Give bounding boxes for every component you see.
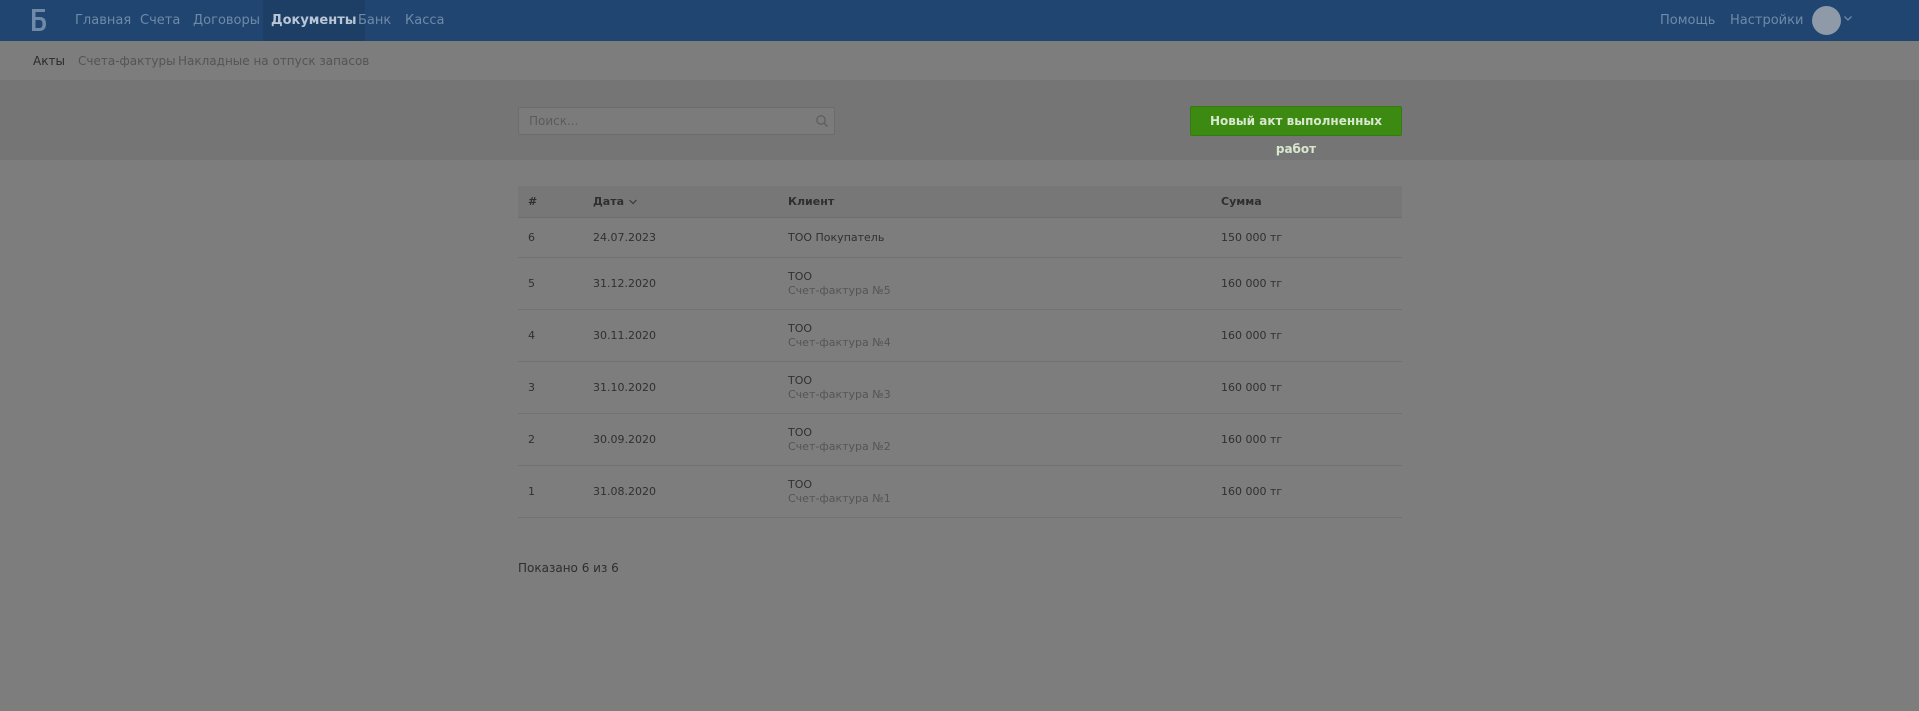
row-client[interactable]: ТОО Покупатель bbox=[788, 231, 884, 244]
row-date: 31.08.2020 bbox=[593, 485, 656, 498]
nav-item-cash[interactable]: Касса bbox=[405, 0, 444, 41]
table-row[interactable]: 6 24.07.2023 ТОО Покупатель 150 000 тг bbox=[518, 218, 1402, 258]
nav-item-settings[interactable]: Настройки bbox=[1730, 0, 1803, 41]
row-number: 2 bbox=[528, 433, 535, 446]
row-sum: 160 000 тг bbox=[1221, 433, 1283, 446]
row-sum: 160 000 тг bbox=[1221, 277, 1283, 290]
column-header-sum[interactable]: Сумма bbox=[1221, 186, 1262, 218]
nav-item-documents[interactable]: Документы bbox=[263, 0, 365, 41]
table-row[interactable]: 1 31.08.2020 ТОО Счет-фактура №1 160 000… bbox=[518, 466, 1402, 518]
row-invoice-link[interactable]: Счет-фактура №3 bbox=[788, 388, 891, 401]
table-row[interactable]: 4 30.11.2020 ТОО Счет-фактура №4 160 000… bbox=[518, 310, 1402, 362]
column-header-number[interactable]: # bbox=[528, 186, 537, 218]
search-icon[interactable] bbox=[815, 114, 829, 128]
row-number: 5 bbox=[528, 277, 535, 290]
row-sum: 160 000 тг bbox=[1221, 381, 1283, 394]
acts-table: # Дата Клиент Сумма 6 24.07.2023 ТОО Пок… bbox=[518, 186, 1402, 518]
row-number: 1 bbox=[528, 485, 535, 498]
table-row[interactable]: 3 31.10.2020 ТОО Счет-фактура №3 160 000… bbox=[518, 362, 1402, 414]
row-date: 30.11.2020 bbox=[593, 329, 656, 342]
row-client[interactable]: ТОО bbox=[788, 374, 812, 387]
search-box bbox=[518, 107, 835, 135]
row-invoice-link[interactable]: Счет-фактура №1 bbox=[788, 492, 891, 505]
nav-item-bank[interactable]: Банк bbox=[358, 0, 391, 41]
nav-item-help[interactable]: Помощь bbox=[1660, 0, 1715, 41]
nav-item-invoices[interactable]: Счета bbox=[140, 0, 180, 41]
sub-navbar: Акты Счета-фактуры Накладные на отпуск з… bbox=[0, 41, 1919, 81]
row-client[interactable]: ТОО bbox=[788, 426, 812, 439]
row-date: 24.07.2023 bbox=[593, 231, 656, 244]
column-header-date[interactable]: Дата bbox=[593, 186, 638, 218]
pagination-count: Показано 6 из 6 bbox=[518, 561, 619, 575]
row-client[interactable]: ТОО bbox=[788, 322, 812, 335]
sort-chevron-down-icon[interactable] bbox=[628, 198, 638, 206]
row-number: 6 bbox=[528, 231, 535, 244]
table-header: # Дата Клиент Сумма bbox=[518, 186, 1402, 218]
row-client[interactable]: ТОО bbox=[788, 270, 812, 283]
row-sum: 150 000 тг bbox=[1221, 231, 1283, 244]
search-input[interactable] bbox=[519, 108, 799, 134]
row-date: 31.10.2020 bbox=[593, 381, 656, 394]
row-client[interactable]: ТОО bbox=[788, 478, 812, 491]
row-invoice-link[interactable]: Счет-фактура №5 bbox=[788, 284, 891, 297]
column-header-client[interactable]: Клиент bbox=[788, 186, 834, 218]
avatar[interactable] bbox=[1812, 6, 1841, 35]
row-date: 31.12.2020 bbox=[593, 277, 656, 290]
new-act-button[interactable]: Новый акт выполненных работ bbox=[1190, 106, 1402, 156]
row-date: 30.09.2020 bbox=[593, 433, 656, 446]
row-invoice-link[interactable]: Счет-фактура №4 bbox=[788, 336, 891, 349]
toolbar-band bbox=[0, 81, 1919, 160]
column-header-date-label: Дата bbox=[593, 195, 625, 208]
row-invoice-link[interactable]: Счет-фактура №2 bbox=[788, 440, 891, 453]
row-sum: 160 000 тг bbox=[1221, 485, 1283, 498]
row-sum: 160 000 тг bbox=[1221, 329, 1283, 342]
nav-item-home[interactable]: Главная bbox=[75, 0, 131, 41]
nav-item-contracts[interactable]: Договоры bbox=[193, 0, 260, 41]
table-row[interactable]: 5 31.12.2020 ТОО Счет-фактура №5 160 000… bbox=[518, 258, 1402, 310]
chevron-down-icon[interactable] bbox=[1843, 13, 1853, 23]
row-number: 3 bbox=[528, 381, 535, 394]
subnav-item-acts[interactable]: Акты bbox=[33, 41, 65, 81]
b-letter-logo-icon[interactable] bbox=[30, 7, 47, 33]
top-navbar: Главная Счета Договоры Документы Банк Ка… bbox=[0, 0, 1919, 41]
table-row[interactable]: 2 30.09.2020 ТОО Счет-фактура №2 160 000… bbox=[518, 414, 1402, 466]
subnav-item-invoice-facts[interactable]: Счета-фактуры bbox=[78, 41, 176, 81]
row-number: 4 bbox=[528, 329, 535, 342]
subnav-item-waybills[interactable]: Накладные на отпуск запасов bbox=[178, 41, 369, 81]
